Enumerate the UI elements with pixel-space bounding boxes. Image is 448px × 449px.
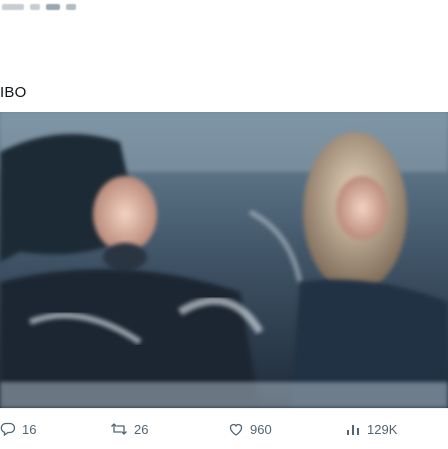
reply-icon [0, 422, 16, 437]
blurred-text-chip [2, 4, 24, 10]
like-count: 960 [250, 421, 272, 437]
like-button[interactable]: 960 [228, 421, 272, 437]
blurred-icon [66, 4, 76, 10]
post-action-bar: 16 26 960 129K [0, 408, 448, 449]
post-media-image[interactable] [0, 112, 448, 408]
views-icon [347, 425, 359, 435]
reply-button[interactable]: 16 [0, 421, 36, 437]
blurred-badge [46, 4, 60, 10]
blurred-text-chip [30, 4, 40, 10]
repost-count: 26 [134, 421, 149, 437]
heart-icon [229, 423, 243, 436]
blurred-header [0, 0, 92, 14]
top-strip [0, 0, 448, 70]
views-count: 129K [367, 421, 398, 437]
repost-icon [111, 423, 127, 435]
media-photo [0, 112, 448, 408]
repost-button[interactable]: 26 [110, 421, 148, 437]
reply-count: 16 [22, 421, 37, 437]
post-text-fragment: IBO [0, 84, 27, 101]
views-button[interactable]: 129K [345, 421, 397, 437]
